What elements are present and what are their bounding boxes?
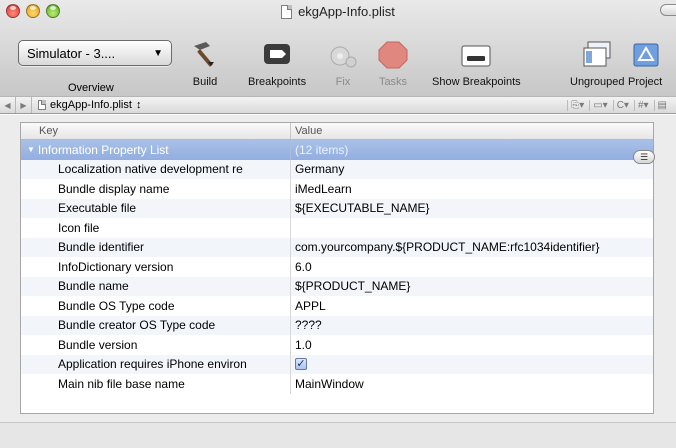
file-popup-label: ekgApp-Info.plist bbox=[50, 99, 132, 111]
row-value[interactable]: 1.0 bbox=[291, 335, 653, 355]
overview-label: Overview bbox=[68, 82, 114, 94]
fix-icon bbox=[326, 40, 360, 70]
row-key[interactable]: Icon file bbox=[21, 218, 291, 238]
function-menu-icon[interactable]: ▭▾ bbox=[589, 99, 610, 111]
disclosure-triangle-icon[interactable]: ▼ bbox=[27, 145, 35, 154]
back-arrow-icon[interactable]: ◀ bbox=[0, 97, 16, 113]
table-row[interactable]: Bundle name ${PRODUCT_NAME} bbox=[21, 276, 653, 297]
row-value[interactable]: iMedLearn bbox=[291, 179, 653, 199]
file-popup[interactable]: ekgApp-Info.plist ↕ bbox=[32, 99, 141, 111]
row-value[interactable]: com.yourcompany.${PRODUCT_NAME:rfc1034id… bbox=[291, 238, 653, 258]
project-label: Project bbox=[628, 76, 663, 88]
table-row[interactable]: Bundle OS Type code APPL bbox=[21, 296, 653, 316]
project-icon bbox=[628, 40, 662, 70]
table-row[interactable]: Bundle version 1.0 bbox=[21, 335, 653, 355]
row-key[interactable]: Main nib file base name bbox=[21, 374, 291, 394]
row-key[interactable]: InfoDictionary version bbox=[21, 257, 291, 277]
window-title: ekgApp-Info.plist bbox=[298, 4, 395, 19]
row-key[interactable]: Bundle creator OS Type code bbox=[21, 315, 291, 335]
tasks-button[interactable]: Tasks bbox=[376, 40, 410, 88]
row-key[interactable]: Executable file bbox=[21, 198, 291, 218]
table-row[interactable]: Executable file ${EXECUTABLE_NAME} bbox=[21, 198, 653, 219]
editor-controls: ⎘▾ ▭▾ C▾ #▾ ▤ bbox=[567, 99, 676, 111]
row-value[interactable]: 6.0 bbox=[291, 257, 653, 277]
row-value[interactable]: MainWindow bbox=[291, 374, 653, 394]
bookmark-menu-icon[interactable]: ⎘▾ bbox=[567, 99, 587, 111]
chevron-down-icon: ▼ bbox=[153, 47, 163, 59]
row-value[interactable]: ???? bbox=[291, 316, 653, 336]
plist-editor: Key Value ▼ Information Property List (1… bbox=[0, 115, 676, 448]
build-button[interactable]: Build bbox=[188, 40, 222, 88]
breakpoints-button[interactable]: Breakpoints bbox=[248, 40, 306, 88]
plist-table: Key Value ▼ Information Property List (1… bbox=[20, 122, 655, 414]
value-column-header[interactable]: Value bbox=[291, 123, 653, 139]
row-key[interactable]: Bundle identifier bbox=[21, 237, 291, 257]
include-menu-icon[interactable]: #▾ bbox=[633, 99, 652, 111]
row-value[interactable]: ${PRODUCT_NAME} bbox=[291, 277, 653, 297]
fix-label: Fix bbox=[335, 76, 351, 88]
ungrouped-button[interactable]: Ungrouped bbox=[570, 40, 624, 88]
document-icon bbox=[38, 100, 46, 110]
table-header: Key Value bbox=[21, 123, 653, 140]
row-key[interactable]: Localization native development re bbox=[21, 159, 291, 179]
hammer-icon bbox=[188, 40, 222, 70]
table-row[interactable]: Application requires iPhone environ ✓ bbox=[21, 354, 653, 375]
breakpoints-window-icon bbox=[459, 40, 493, 70]
table-row[interactable]: Main nib file base name MainWindow bbox=[21, 374, 653, 394]
jump-bar: ◀ ▶ ekgApp-Info.plist ↕ ⎘▾ ▭▾ C▾ #▾ ▤ bbox=[0, 96, 676, 114]
row-value-checkbox[interactable]: ✓ bbox=[291, 355, 653, 375]
breakpoints-label: Breakpoints bbox=[248, 76, 307, 88]
row-key[interactable]: Bundle display name bbox=[21, 179, 291, 199]
ungrouped-icon bbox=[580, 40, 614, 70]
table-row[interactable]: Icon file bbox=[21, 218, 653, 238]
show-breakpoints-button[interactable]: Show Breakpoints bbox=[432, 40, 521, 88]
toolbar-toggle-button[interactable] bbox=[660, 4, 676, 16]
popup-arrows-icon: ↕ bbox=[135, 99, 142, 111]
build-label: Build bbox=[192, 76, 218, 88]
ungrouped-label: Ungrouped bbox=[570, 76, 625, 88]
key-column-header[interactable]: Key bbox=[21, 123, 291, 139]
row-key[interactable]: Bundle version bbox=[21, 335, 291, 355]
root-value: (12 items) bbox=[295, 142, 349, 157]
window-toolbar: ekgApp-Info.plist Simulator - 3.... ▼ Ov… bbox=[0, 0, 676, 100]
project-button[interactable]: Project bbox=[628, 40, 662, 88]
split-editor-icon[interactable]: ▤ bbox=[653, 99, 670, 111]
show-breakpoints-label: Show Breakpoints bbox=[432, 76, 521, 88]
row-value[interactable]: Germany bbox=[291, 160, 653, 180]
fix-button[interactable]: Fix bbox=[326, 40, 360, 88]
status-strip bbox=[0, 422, 676, 448]
forward-arrow-icon[interactable]: ▶ bbox=[16, 97, 32, 113]
document-icon bbox=[281, 4, 293, 19]
title-bar: ekgApp-Info.plist bbox=[0, 4, 676, 19]
table-row[interactable]: Bundle identifier com.yourcompany.${PRODU… bbox=[21, 237, 653, 258]
breakpoint-icon bbox=[260, 40, 294, 70]
table-row[interactable]: Bundle display name iMedLearn bbox=[21, 179, 653, 199]
stop-icon bbox=[376, 40, 410, 70]
table-row[interactable]: Localization native development re German… bbox=[21, 159, 653, 180]
tasks-label: Tasks bbox=[378, 76, 408, 88]
row-value[interactable]: ${EXECUTABLE_NAME} bbox=[291, 199, 653, 219]
checkbox[interactable]: ✓ bbox=[295, 358, 307, 371]
row-key[interactable]: Bundle name bbox=[21, 276, 291, 296]
class-menu-icon[interactable]: C▾ bbox=[612, 99, 632, 111]
row-value[interactable]: APPL bbox=[291, 296, 653, 316]
table-row[interactable]: InfoDictionary version 6.0 bbox=[21, 257, 653, 277]
scheme-select-value: Simulator - 3.... bbox=[27, 45, 116, 61]
row-value[interactable] bbox=[291, 218, 653, 238]
root-key: Information Property List bbox=[37, 142, 169, 157]
row-key[interactable]: Bundle OS Type code bbox=[21, 296, 291, 316]
row-key[interactable]: Application requires iPhone environ bbox=[21, 354, 291, 374]
scheme-select[interactable]: Simulator - 3.... ▼ bbox=[18, 40, 172, 66]
add-item-button[interactable]: ☰ bbox=[633, 150, 655, 164]
table-row[interactable]: Bundle creator OS Type code???? bbox=[21, 315, 653, 336]
table-body: ▼ Information Property List (12 items) L… bbox=[21, 140, 653, 394]
table-row-root[interactable]: ▼ Information Property List (12 items) bbox=[21, 140, 653, 160]
